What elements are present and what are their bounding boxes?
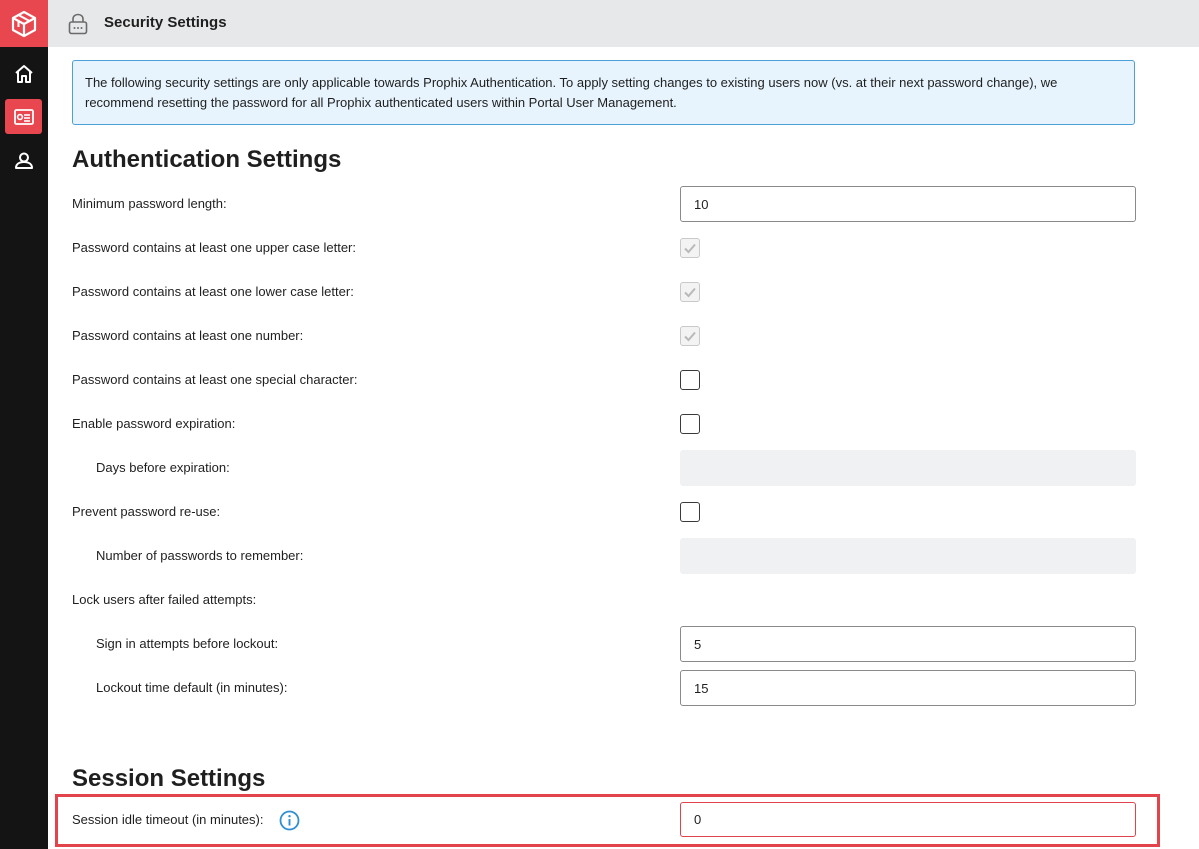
sidebar-item-home[interactable] [5, 56, 42, 91]
cube-logo-icon [11, 10, 37, 37]
prophix-logo[interactable] [0, 0, 48, 47]
session-settings-heading: Session Settings [72, 765, 266, 792]
home-icon [14, 64, 33, 83]
lock-users-label: Lock users after failed attempts: [72, 592, 257, 607]
prevent-reuse-label: Prevent password re-use: [72, 504, 221, 519]
lockout-time-input[interactable] [680, 670, 1136, 706]
lower-case-checkbox[interactable] [680, 282, 700, 302]
session-timeout-label: Session idle timeout (in minutes): [72, 812, 264, 827]
lower-case-label: Password contains at least one lower cas… [72, 284, 354, 299]
min-password-length-label: Minimum password length: [72, 196, 227, 211]
page-header: Security Settings [48, 0, 1199, 47]
sign-in-attempts-input[interactable] [680, 626, 1136, 662]
sign-in-attempts-label: Sign in attempts before lockout: [96, 636, 279, 651]
users-icon [14, 152, 33, 169]
checkmark-icon [684, 287, 696, 298]
prevent-reuse-checkbox[interactable] [680, 502, 700, 522]
page-title: Security Settings [104, 14, 227, 31]
number-checkbox[interactable] [680, 326, 700, 346]
passwords-to-remember-input[interactable] [680, 538, 1136, 574]
days-before-expiration-input[interactable] [680, 450, 1136, 486]
min-password-length-input[interactable] [680, 186, 1136, 222]
days-before-expiration-label: Days before expiration: [96, 460, 230, 475]
authentication-settings-heading: Authentication Settings [72, 146, 342, 173]
security-settings-icon [13, 108, 34, 125]
checkmark-icon [684, 331, 696, 342]
number-label: Password contains at least one number: [72, 328, 304, 343]
sidebar-item-security[interactable] [5, 99, 42, 134]
sidebar-item-users[interactable] [5, 143, 42, 178]
special-character-label: Password contains at least one special c… [72, 372, 358, 387]
info-banner: The following security settings are only… [72, 60, 1135, 125]
lock-icon [68, 13, 88, 35]
password-expiration-checkbox[interactable] [680, 414, 700, 434]
upper-case-checkbox[interactable] [680, 238, 700, 258]
left-rail [0, 0, 48, 849]
checkmark-icon [684, 243, 696, 254]
passwords-to-remember-label: Number of passwords to remember: [96, 548, 304, 563]
lockout-time-label: Lockout time default (in minutes): [96, 680, 288, 695]
password-expiration-label: Enable password expiration: [72, 416, 236, 431]
special-character-checkbox[interactable] [680, 370, 700, 390]
session-timeout-input[interactable] [680, 802, 1136, 837]
info-icon[interactable] [279, 810, 300, 831]
upper-case-label: Password contains at least one upper cas… [72, 240, 356, 255]
